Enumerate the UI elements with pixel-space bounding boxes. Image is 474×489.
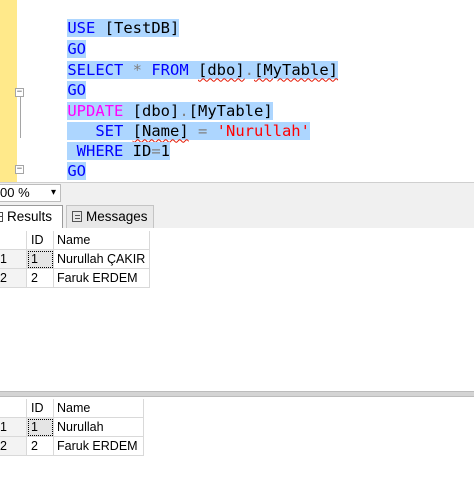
code-token: . — [244, 61, 255, 80]
code-line-go[interactable]: GO — [30, 62, 86, 100]
sql-editor[interactable]: − − USE [TestDB] GO SELECT * FROM [dbo].… — [0, 0, 474, 182]
row-number[interactable]: 2 — [0, 437, 27, 456]
code-token: = — [188, 122, 217, 141]
column-header-id[interactable]: ID — [27, 231, 54, 250]
code-line-update[interactable]: UPDATE [dbo].[MyTable] — [30, 83, 273, 121]
fold-guide-line — [20, 97, 21, 138]
editor-status-strip: 00 % ▾ — [0, 182, 474, 202]
code-line-set[interactable]: SET [Name] = 'Nurullah' — [30, 103, 310, 141]
code-token: [TestDB] — [104, 19, 180, 38]
code-token: [dbo] — [198, 61, 245, 80]
code-line-where[interactable]: WHERE ID=1 — [30, 123, 171, 161]
grid-icon — [0, 212, 3, 222]
cell-id[interactable]: 2 — [27, 437, 54, 456]
tab-results-label: Results — [7, 209, 53, 224]
code-line-go[interactable]: GO — [30, 143, 86, 181]
change-tracking-margin — [0, 0, 12, 182]
column-header-name[interactable]: Name — [54, 399, 144, 418]
tab-messages[interactable]: Messages — [66, 205, 154, 228]
chevron-down-icon: ▾ — [50, 187, 56, 198]
cell-name[interactable]: Nurullah — [54, 418, 144, 437]
code-line-go[interactable]: GO — [30, 21, 86, 59]
row-number-header[interactable] — [0, 231, 27, 250]
row-number-header[interactable] — [0, 399, 27, 418]
results-pane: ID Name 1 1 Nurullah ÇAKIR 2 2 Faruk ERD… — [0, 228, 474, 489]
cell-name[interactable]: Faruk ERDEM — [54, 437, 144, 456]
collapse-toggle-icon[interactable]: − — [15, 165, 24, 174]
messages-icon — [72, 211, 82, 222]
cell-name[interactable]: Nurullah ÇAKIR — [54, 250, 150, 269]
column-header-name[interactable]: Name — [54, 231, 150, 250]
code-token: * — [132, 61, 152, 80]
grid-splitter[interactable] — [0, 391, 474, 397]
zoom-value: 00 % — [0, 185, 30, 200]
row-number[interactable]: 1 — [0, 250, 27, 269]
cell-id[interactable]: 2 — [27, 269, 54, 288]
code-line-select[interactable]: SELECT * FROM [dbo].[MyTable] — [30, 163, 338, 182]
cell-name[interactable]: Faruk ERDEM — [54, 269, 150, 288]
code-token: [MyTable] — [254, 61, 339, 80]
zoom-dropdown[interactable]: 00 % ▾ — [0, 184, 61, 202]
code-token: 'Nurullah' — [216, 122, 310, 141]
cell-id[interactable]: 1 — [27, 418, 54, 437]
code-line-select[interactable]: SELECT * FROM [dbo].[MyTable] — [30, 42, 339, 80]
column-header-id[interactable]: ID — [27, 399, 54, 418]
code-token: ID — [132, 142, 152, 161]
collapse-toggle-icon[interactable]: − — [15, 88, 24, 97]
code-token: 1 — [160, 142, 171, 161]
cell-id[interactable]: 1 — [27, 250, 54, 269]
tab-messages-label: Messages — [86, 209, 148, 224]
row-number[interactable]: 1 — [0, 418, 27, 437]
row-number[interactable]: 2 — [0, 269, 27, 288]
code-token: FROM — [151, 61, 198, 80]
results-tab-bar: Results Messages — [0, 202, 474, 229]
code-token: = — [151, 142, 161, 161]
tab-results[interactable]: Results — [0, 205, 63, 228]
code-line-use[interactable]: USE [TestDB] — [30, 0, 180, 38]
